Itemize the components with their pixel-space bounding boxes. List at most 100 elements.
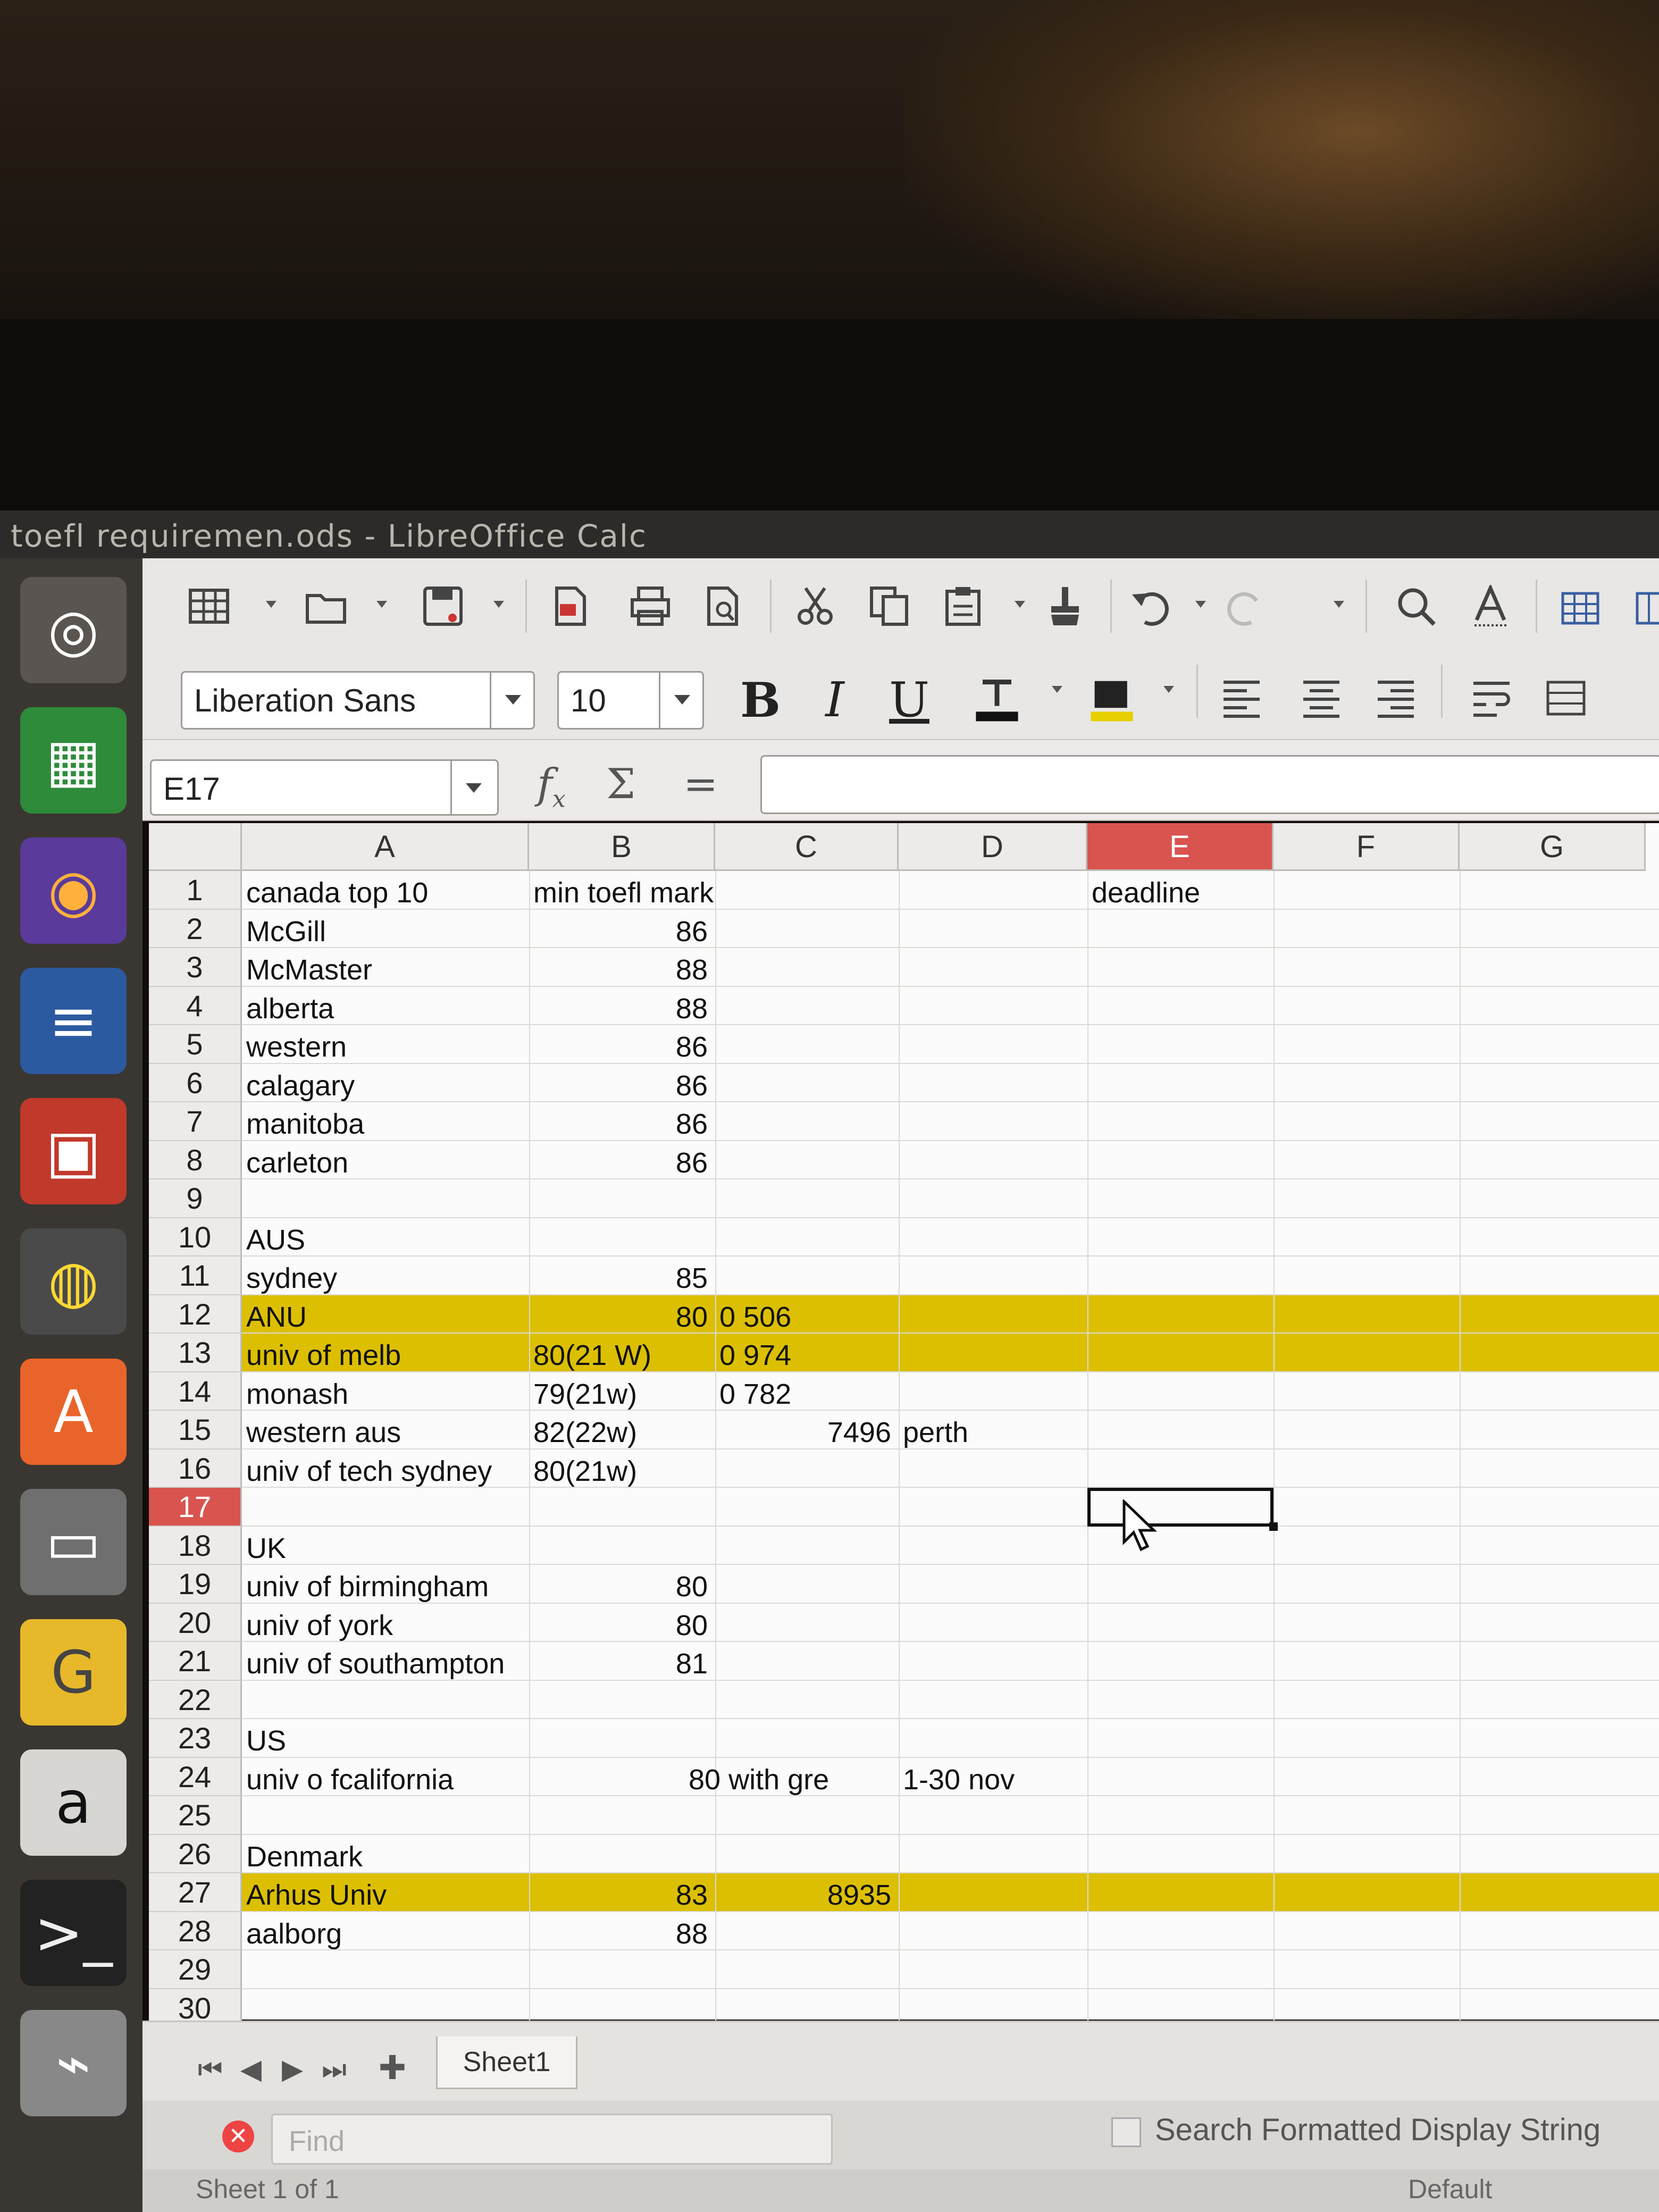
- cell-b28[interactable]: 88: [529, 1917, 708, 1950]
- cell-a11[interactable]: sydney: [246, 1262, 337, 1295]
- cell-a20[interactable]: univ of york: [246, 1609, 393, 1642]
- row-header-24[interactable]: 24: [149, 1757, 242, 1796]
- table-row[interactable]: [242, 910, 1659, 948]
- table-row[interactable]: [242, 1912, 1659, 1950]
- row-header-1[interactable]: 1: [149, 871, 242, 910]
- font-color-icon[interactable]: [973, 675, 1021, 723]
- first-sheet-icon[interactable]: ⏮: [198, 2054, 223, 2086]
- cell-d24[interactable]: 1-30 nov: [903, 1763, 1015, 1796]
- row-header-20[interactable]: 20: [149, 1603, 242, 1642]
- sheet-tab[interactable]: Sheet1: [436, 2037, 577, 2089]
- cell-c13[interactable]: 0 974: [719, 1339, 791, 1372]
- row-header-9[interactable]: 9: [149, 1179, 242, 1218]
- font-name-dropdown-icon[interactable]: [490, 673, 535, 728]
- cell-b15[interactable]: 82(22w): [533, 1416, 637, 1449]
- table-row[interactable]: [242, 1256, 1659, 1295]
- cell-b13[interactable]: 80(21 W): [533, 1339, 651, 1372]
- table-row[interactable]: [242, 1873, 1659, 1912]
- cell-a12[interactable]: ANU: [246, 1301, 307, 1334]
- cell-b20[interactable]: 80: [529, 1609, 708, 1642]
- cell-b27[interactable]: 83: [529, 1879, 708, 1912]
- row-header-25[interactable]: 25: [149, 1796, 242, 1835]
- row-header-19[interactable]: 19: [149, 1565, 242, 1604]
- cell-a1[interactable]: canada top 10: [246, 876, 428, 909]
- table-row[interactable]: [242, 871, 1659, 910]
- table-row[interactable]: [242, 1796, 1659, 1835]
- next-sheet-icon[interactable]: ▶: [282, 2054, 303, 2085]
- print-icon[interactable]: [626, 582, 674, 630]
- cell-a6[interactable]: calagary: [246, 1069, 355, 1102]
- calc-app-icon[interactable]: ▦: [20, 707, 127, 814]
- active-cell-cursor[interactable]: [1087, 1488, 1278, 1530]
- row-header-3[interactable]: 3: [149, 948, 242, 987]
- column-header-e[interactable]: E: [1087, 823, 1273, 871]
- find-input[interactable]: Find: [271, 2114, 833, 2165]
- table-row[interactable]: [242, 1064, 1659, 1102]
- row-header-12[interactable]: 12: [149, 1295, 242, 1334]
- cell-a23[interactable]: US: [246, 1724, 286, 1757]
- row-header-2[interactable]: 2: [149, 909, 242, 948]
- cell-a21[interactable]: univ of southampton: [246, 1647, 505, 1680]
- cell-b24[interactable]: 80 with gre: [689, 1763, 829, 1796]
- undo-dropdown-icon[interactable]: [1195, 601, 1206, 608]
- cell-a19[interactable]: univ of birmingham: [246, 1570, 489, 1603]
- table-row[interactable]: [242, 1372, 1659, 1411]
- cell-c27[interactable]: 8935: [715, 1879, 891, 1912]
- cell-b3[interactable]: 88: [529, 953, 708, 986]
- cell-a16[interactable]: univ of tech sydney: [246, 1455, 492, 1488]
- cell-b2[interactable]: 86: [529, 915, 708, 948]
- search-formatted-option[interactable]: Search Formatted Display String: [1111, 2112, 1601, 2148]
- row-header-13[interactable]: 13: [149, 1334, 242, 1372]
- cell-a7[interactable]: manitoba: [246, 1108, 364, 1141]
- cell-a5[interactable]: western: [246, 1030, 347, 1063]
- column-header-g[interactable]: G: [1460, 823, 1646, 871]
- row-header-26[interactable]: 26: [149, 1834, 242, 1873]
- row-header-10[interactable]: 10: [149, 1218, 242, 1256]
- column-header-b[interactable]: B: [529, 823, 715, 871]
- redo-dropdown-icon[interactable]: [1334, 601, 1344, 608]
- row-header-18[interactable]: 18: [149, 1526, 242, 1565]
- paste-icon[interactable]: [939, 582, 987, 630]
- align-center-icon[interactable]: [1297, 674, 1345, 722]
- font-color-dropdown-icon[interactable]: [1052, 686, 1062, 693]
- row-header-22[interactable]: 22: [149, 1680, 242, 1719]
- cell-a13[interactable]: univ of melb: [246, 1339, 401, 1372]
- table-row[interactable]: [242, 1681, 1659, 1719]
- insert-rows-icon[interactable]: [1557, 582, 1605, 630]
- table-row[interactable]: [242, 1218, 1659, 1256]
- export-pdf-icon[interactable]: [547, 582, 594, 630]
- background-color-dropdown-icon[interactable]: [1163, 686, 1174, 693]
- cell-b11[interactable]: 85: [529, 1262, 708, 1295]
- merge-cells-icon[interactable]: [1542, 674, 1590, 722]
- open-dropdown-icon[interactable]: [376, 601, 387, 608]
- table-row[interactable]: [242, 1950, 1659, 1989]
- row-header-16[interactable]: 16: [149, 1449, 242, 1488]
- cell-b16[interactable]: 80(21w): [533, 1455, 637, 1488]
- table-row[interactable]: [242, 948, 1659, 987]
- sum-icon[interactable]: Σ: [606, 760, 635, 808]
- row-header-5[interactable]: 5: [149, 1025, 242, 1064]
- font-size-box[interactable]: 10: [557, 671, 704, 730]
- table-row[interactable]: [242, 1295, 1659, 1334]
- open-folder-icon[interactable]: [302, 582, 350, 630]
- save-dropdown-icon[interactable]: [493, 601, 504, 608]
- table-row[interactable]: [242, 1102, 1659, 1141]
- italic-icon[interactable]: I: [808, 671, 861, 730]
- cell-b12[interactable]: 80: [529, 1301, 708, 1334]
- wrap-text-icon[interactable]: [1468, 674, 1515, 722]
- column-header-a[interactable]: A: [242, 823, 529, 871]
- row-header-8[interactable]: 8: [149, 1141, 242, 1179]
- column-header-f[interactable]: F: [1273, 823, 1460, 871]
- formula-equals-icon[interactable]: =: [683, 760, 718, 808]
- cut-icon[interactable]: [791, 582, 839, 630]
- cell-a10[interactable]: AUS: [246, 1224, 305, 1256]
- underline-icon[interactable]: U: [883, 671, 936, 730]
- cell-b1[interactable]: min toefl mark: [533, 876, 714, 909]
- table-row[interactable]: [242, 1604, 1659, 1642]
- table-row[interactable]: [242, 1835, 1659, 1873]
- cell-b6[interactable]: 86: [529, 1069, 708, 1102]
- cell-a18[interactable]: UK: [246, 1532, 286, 1565]
- save-icon[interactable]: [419, 582, 467, 630]
- terminal-icon[interactable]: >_: [20, 1880, 127, 1986]
- app-icon-g[interactable]: G: [20, 1619, 127, 1725]
